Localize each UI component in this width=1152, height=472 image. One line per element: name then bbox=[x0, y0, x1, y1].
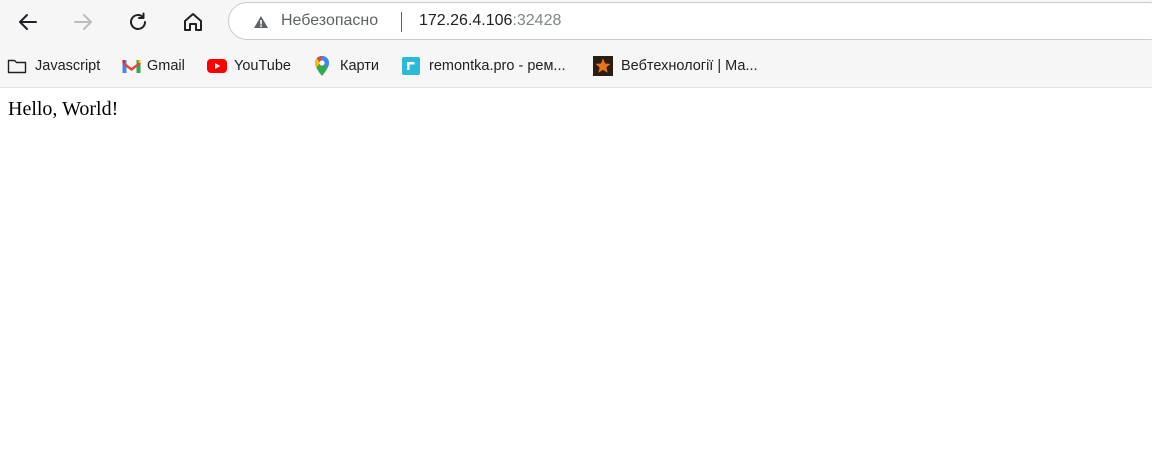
bookmarks-bar: Javascript Gmail YouTube Карти remontka.… bbox=[0, 44, 1152, 88]
address-bar[interactable]: Небезопасно 172.26.4.106:32428 bbox=[228, 2, 1152, 40]
reload-icon bbox=[130, 12, 146, 30]
bookmark-youtube[interactable]: YouTube bbox=[207, 56, 291, 76]
bookmark-javascript[interactable]: Javascript bbox=[7, 56, 100, 76]
remontka-icon bbox=[401, 56, 421, 76]
forward-arrow-icon bbox=[74, 14, 92, 30]
maps-pin-icon bbox=[312, 56, 332, 76]
youtube-icon bbox=[207, 56, 227, 76]
reload-button[interactable] bbox=[122, 6, 154, 38]
forward-button[interactable] bbox=[67, 6, 99, 38]
webtech-icon bbox=[593, 56, 613, 76]
bookmark-label: remontka.pro - рем... bbox=[429, 58, 566, 74]
page-content: Hello, World! bbox=[0, 88, 1152, 472]
bookmark-gmail[interactable]: Gmail bbox=[121, 56, 185, 76]
bookmark-maps[interactable]: Карти bbox=[312, 56, 379, 76]
warning-triangle-icon bbox=[254, 16, 268, 28]
url-host: 172.26.4.106 bbox=[419, 12, 513, 29]
bookmark-webtech[interactable]: Вебтехнології | Ма... bbox=[593, 56, 758, 76]
bookmark-label: Вебтехнології | Ма... bbox=[621, 58, 758, 74]
bookmark-label: YouTube bbox=[234, 58, 291, 74]
folder-icon bbox=[7, 56, 27, 76]
gmail-icon bbox=[121, 56, 141, 76]
home-button[interactable] bbox=[177, 6, 209, 38]
bookmark-label: Gmail bbox=[147, 58, 185, 74]
security-status-label[interactable]: Небезопасно bbox=[281, 12, 378, 30]
omnibox-separator bbox=[401, 12, 402, 32]
url-port: :32428 bbox=[512, 12, 562, 29]
home-icon bbox=[184, 13, 202, 31]
bookmark-label: Javascript bbox=[35, 58, 101, 74]
back-button[interactable] bbox=[12, 6, 44, 38]
browser-toolbar: Небезопасно 172.26.4.106:32428 bbox=[0, 0, 1152, 44]
url-text[interactable]: 172.26.4.106:32428 bbox=[419, 12, 561, 30]
hello-world-text: Hello, World! bbox=[8, 98, 119, 120]
bookmark-remontka[interactable]: remontka.pro - рем... bbox=[401, 56, 566, 76]
bookmark-label: Карти bbox=[340, 58, 379, 74]
back-arrow-icon bbox=[19, 14, 37, 30]
